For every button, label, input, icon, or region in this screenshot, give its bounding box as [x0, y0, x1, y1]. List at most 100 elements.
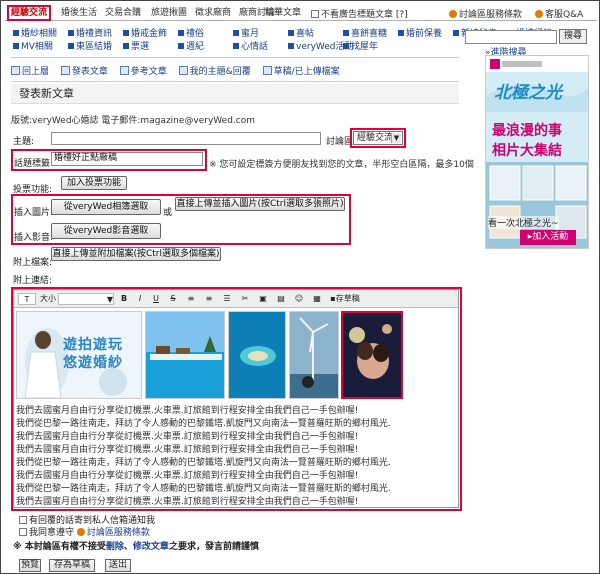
drafts-link[interactable]: 草稿/已上傳檔案: [262, 64, 340, 77]
category-nav-item[interactable]: 禮俗: [178, 28, 233, 41]
video-select-button[interactable]: 從veryWed影音選取: [51, 223, 161, 239]
join-activity-button[interactable]: ▸加入活動: [520, 230, 576, 245]
align-center-icon[interactable]: ≡: [202, 293, 216, 305]
category-nav-item[interactable]: 東區結婚: [68, 41, 123, 54]
search-button[interactable]: 搜尋: [559, 29, 587, 44]
editor-content[interactable]: 遊拍遊玩 悠遊婚紗 我們去國蜜月自由行分享從訂機票.火車票.訂旅館到行程安排全由…: [14, 309, 458, 508]
edit-link[interactable]: 修改文章: [133, 542, 169, 552]
island-photo: [228, 311, 286, 399]
or-label: 或: [163, 208, 173, 218]
image-icon[interactable]: ▣: [256, 293, 270, 305]
image-upload-button[interactable]: 直接上傳並插入圖片(按Ctrl選取多張照片): [175, 197, 345, 211]
add-vote-button[interactable]: 加入投票功能: [61, 176, 127, 190]
category-nav-item[interactable]: 喜餅喜糖: [343, 28, 398, 41]
agree-checkbox[interactable]: 我同意遵守 討論區服務條款: [19, 525, 150, 538]
subject-label: 主題:: [13, 137, 35, 147]
reference-link[interactable]: 參考文章: [119, 64, 167, 77]
search-input[interactable]: [465, 30, 557, 44]
bold-icon[interactable]: B: [118, 293, 130, 305]
tag-input[interactable]: 婚禮好正點廠稿: [51, 152, 203, 166]
category-nav-item[interactable]: 婚前保養: [398, 28, 453, 41]
tag-hint: ※ 您可設定標簽方便朋友找到您的文章，半形空白區隔，最多10個: [209, 160, 474, 170]
media-icon[interactable]: ▤: [274, 293, 288, 305]
category-nav-item[interactable]: 喜帖: [288, 28, 343, 41]
tab-experience[interactable]: 經驗交流: [7, 5, 52, 21]
tab-trade[interactable]: 交易合購: [105, 6, 141, 20]
category-nav-item[interactable]: MV相關: [13, 41, 68, 54]
video-label: 插入影音:: [14, 233, 54, 243]
new-post-link[interactable]: 發表文章: [60, 64, 108, 77]
help-link[interactable]: 客服Q&A: [535, 7, 583, 20]
font-size-label: 大小: [40, 294, 56, 303]
tab-featured[interactable]: 精華文章: [265, 6, 301, 20]
category-nav-item[interactable]: veryWed活動: [288, 41, 354, 54]
divider: [11, 81, 459, 82]
folder-icon: [262, 66, 272, 75]
editor-text-line: 我們去國蜜月自由行分享從訂機票.火車票.訂旅館到行程安排全由我們自己一手包辦喔!: [16, 432, 359, 442]
underline-icon[interactable]: U: [150, 293, 162, 305]
category-nav-item[interactable]: 找屋年: [343, 41, 398, 54]
page-frame: 經驗交流 婚後生活 交易合購 旅遊揪團 徵求廠商 廠商討論 精華文章 不看廣告標…: [0, 0, 600, 574]
font-size-select[interactable]: ▼: [58, 293, 114, 305]
board-select[interactable]: 經驗交流 ▼: [353, 131, 403, 145]
tag-label: 話題標籤:: [14, 159, 54, 169]
category-nav-item[interactable]: 婚紗相關: [13, 28, 68, 41]
save-draft-toolbar-button[interactable]: ▪存草稿: [326, 293, 364, 305]
file-upload-button[interactable]: 直接上傳並附加檔案(按Ctrl選取多個檔案): [51, 247, 221, 261]
bullet-icon: [123, 30, 129, 36]
action-bar: 回上層 發表文章 參考文章 我的主題&回覆 草稿/已上傳檔案: [11, 64, 459, 77]
image-label: 插入圖片:: [14, 208, 54, 218]
bullet-icon: [178, 30, 184, 36]
submit-button[interactable]: 送出: [105, 559, 131, 572]
terms-link-bottom[interactable]: 討論區服務條款: [87, 528, 150, 538]
bullet-icon: [68, 43, 74, 49]
bullet-icon: [288, 30, 294, 36]
bullet-icon: [233, 30, 239, 36]
bullet-icon: [398, 30, 404, 36]
strikethrough-icon[interactable]: S: [166, 293, 180, 305]
italic-icon[interactable]: I: [134, 293, 146, 305]
back-icon: [11, 66, 20, 75]
back-link[interactable]: 回上層: [11, 64, 49, 77]
align-left-icon[interactable]: ≡: [184, 293, 198, 305]
info-icon: [76, 528, 85, 536]
category-nav-item[interactable]: 票選: [123, 41, 178, 54]
notice-text: ※ 本討論區有權不接受刪除、修改文章之要求，發言前請謹慎: [13, 542, 259, 552]
font-color-icon[interactable]: T: [18, 293, 36, 305]
subject-input[interactable]: [51, 132, 321, 145]
file-label: 附上檔案:: [13, 258, 53, 268]
emoticon-icon[interactable]: ☺: [292, 293, 306, 305]
editor-text-line: 我們去國蜜月自由行分享從訂機票.火車票.訂旅館到行程安排全由我們自己一手包辦喔!: [16, 471, 359, 481]
category-nav-item[interactable]: 蜜月: [233, 28, 288, 41]
tab-vendor-request[interactable]: 徵求廠商: [195, 6, 231, 20]
ad-line3: 看一次北極之光~: [488, 216, 559, 229]
terms-link[interactable]: 討論區服務條款: [449, 7, 522, 20]
category-nav-item[interactable]: 週紀: [178, 41, 233, 54]
link-label: 附上連結:: [13, 276, 53, 286]
preview-button[interactable]: 預覽: [19, 559, 41, 572]
chevron-down-icon: ▼: [391, 133, 401, 143]
delete-link[interactable]: 刪除: [106, 542, 124, 552]
hide-ads-checkbox[interactable]: 不看廣告標題文章 [?]: [311, 7, 408, 20]
editor-toolbar: T 大小 ▼ B I U S ≡ ≡ ☰ ✂ ▣ ▤ ☺ ▦ ▪存草稿: [14, 290, 458, 308]
category-nav-item[interactable]: 心情話: [233, 41, 288, 54]
save-draft-button[interactable]: 存為草稿: [49, 559, 95, 572]
link-icon[interactable]: ✂: [238, 293, 252, 305]
ad-line1: 最浪漫的事: [492, 123, 562, 139]
tab-travel[interactable]: 旅遊揪團: [151, 6, 187, 20]
category-nav-item[interactable]: 婚禮資訊: [68, 28, 123, 41]
my-topics-link[interactable]: 我的主題&回覆: [178, 64, 251, 77]
bullet-icon: [453, 30, 459, 36]
bullet-icon: [288, 43, 294, 49]
bullet-icon: [123, 43, 129, 49]
list-icon[interactable]: ☰: [220, 293, 234, 305]
section-title: 發表新文章: [11, 84, 459, 104]
tab-married-life[interactable]: 婚後生活: [61, 6, 97, 20]
editor-text-line: 我們去國蜜月自由行分享從訂機票.火車票.訂旅館到行程安排全由我們自己一手包辦喔!: [16, 406, 359, 416]
table-icon[interactable]: ▦: [310, 293, 324, 305]
advertisement-banner[interactable]: 北極之光 最浪漫的事 相片大集結 看一次北極之光~ ▸加入活動: [485, 55, 589, 249]
board-info: 版號:veryWed心婚誌 電子郵件:magazine@veryWed.com: [11, 116, 256, 126]
category-nav-item[interactable]: 婚戒金飾: [123, 28, 178, 41]
couple-photo: [341, 311, 403, 399]
image-album-button[interactable]: 從veryWed相簿選取: [51, 199, 161, 215]
